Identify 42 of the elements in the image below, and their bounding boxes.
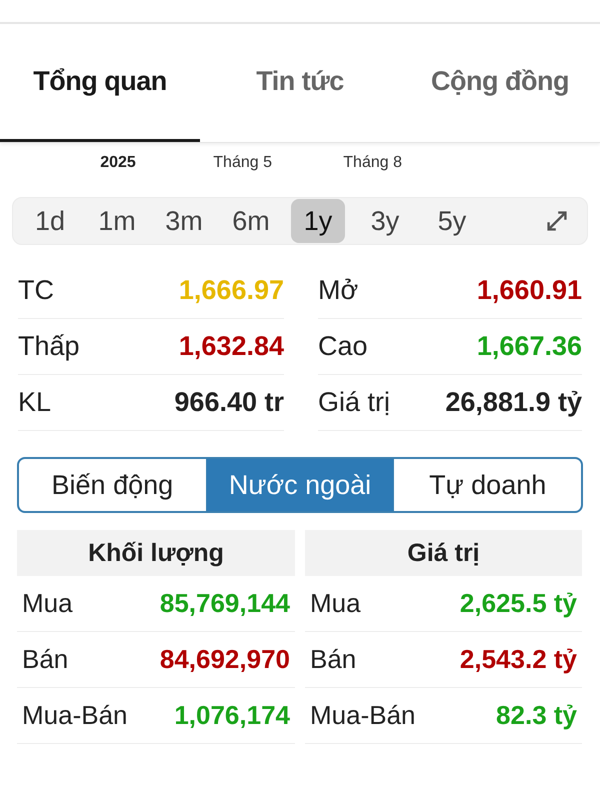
row-label: Mua [310, 588, 361, 619]
table-header: Giá trị [305, 530, 582, 576]
row-label: Bán [310, 644, 356, 675]
stat-label: KL [18, 387, 52, 418]
row-label: Mua [22, 588, 73, 619]
stat-value: 1,632.84 [178, 331, 284, 362]
tab[interactable]: Cộng đồng [400, 24, 600, 142]
tab[interactable]: Tổng quan [0, 24, 200, 142]
stat-label: Giá trị [318, 387, 390, 418]
row-value: 1,076,174 [174, 700, 290, 731]
axis-label: 2025 [99, 154, 137, 172]
range-button[interactable]: 1m [90, 199, 144, 243]
stat-value: 1,660.91 [476, 275, 582, 306]
segment-tab[interactable]: Tự doanh [394, 459, 581, 511]
stat-label: TC [18, 275, 54, 306]
expand-icon[interactable] [545, 209, 569, 233]
stat-value: 26,881.9 tỷ [445, 387, 582, 418]
axis-label: Tháng 5 [213, 154, 272, 172]
row-value: 84,692,970 [160, 644, 290, 675]
range-button[interactable]: 1y [291, 199, 345, 243]
row-value: 2,625.5 tỷ [460, 588, 577, 619]
range-button[interactable]: 5y [425, 199, 479, 243]
row-value: 85,769,144 [160, 588, 290, 619]
row-value: 82.3 tỷ [496, 700, 577, 731]
stat-value: 1,667.36 [476, 331, 582, 362]
axis-label: Tháng 8 [343, 154, 402, 172]
range-button[interactable]: 1d [23, 199, 77, 243]
table-header: Khối lượng [17, 530, 295, 576]
row-label: Bán [22, 644, 68, 675]
row-label: Mua-Bán [310, 700, 416, 731]
row-label: Mua-Bán [22, 700, 128, 731]
row-value: 2,543.2 tỷ [460, 644, 577, 675]
tab[interactable]: Tin tức [200, 24, 400, 142]
stat-label: Mở [318, 275, 358, 306]
stat-value: 966.40 tr [174, 387, 284, 418]
range-button[interactable]: 3m [157, 199, 211, 243]
range-button[interactable]: 6m [224, 199, 278, 243]
stat-label: Thấp [18, 331, 80, 362]
stat-label: Cao [318, 331, 368, 362]
range-button[interactable]: 3y [358, 199, 412, 243]
segment-tab[interactable]: Nước ngoài [206, 459, 394, 511]
stat-value: 1,666.97 [178, 275, 284, 306]
